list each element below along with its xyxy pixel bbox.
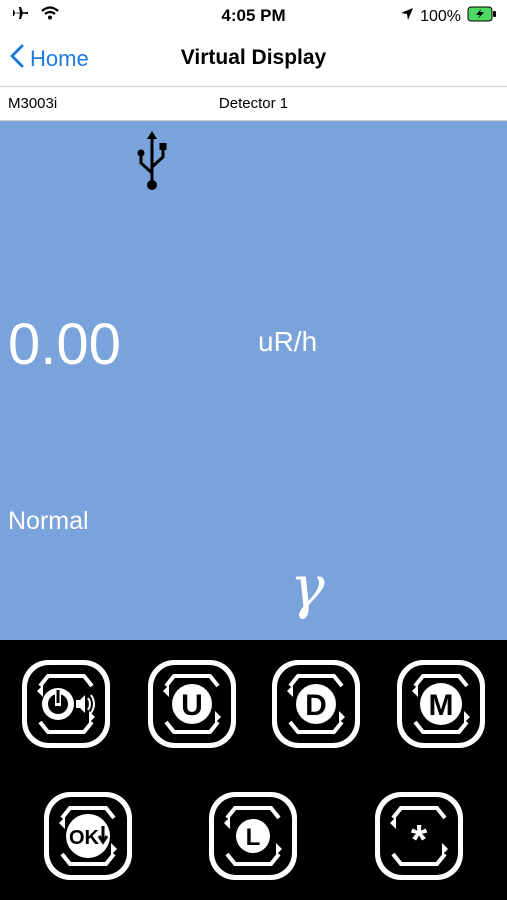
battery-icon [467, 6, 497, 27]
gamma-symbol: γ [290, 553, 325, 621]
status-right: 100% [400, 6, 497, 27]
mode-button[interactable]: M [395, 658, 487, 750]
control-panel: U D M OK L * [0, 640, 507, 900]
up-button-label: U [181, 689, 203, 722]
ok-button-label: OK [69, 827, 100, 849]
light-button-label: L [246, 824, 261, 851]
power-sound-button[interactable] [20, 658, 112, 750]
star-button[interactable]: * [373, 790, 465, 882]
ok-button[interactable]: OK [42, 790, 134, 882]
light-button[interactable]: L [207, 790, 299, 882]
down-button[interactable]: D [270, 658, 362, 750]
page-title: Virtual Display [180, 46, 327, 69]
dose-rate-unit: uR/h [258, 326, 318, 357]
battery-percent: 100% [420, 7, 461, 25]
status-text: Normal [8, 507, 89, 535]
status-bar: 4:05 PM 100% [0, 0, 507, 32]
location-arrow-icon [400, 7, 414, 26]
navigation-bar: Home Virtual Display [0, 32, 507, 87]
mode-button-label: M [429, 689, 454, 722]
virtual-display-screen: 0.00 uR/h Normal γ [0, 121, 507, 640]
up-button[interactable]: U [146, 658, 238, 750]
dose-rate-reading: 0.00 [8, 312, 121, 377]
usb-icon [135, 129, 171, 193]
down-button-label: D [305, 689, 327, 722]
device-info-bar: M3003i Detector 1 [0, 87, 507, 121]
star-button-label: * [411, 816, 428, 863]
detector-label: Detector 1 [218, 95, 289, 112]
